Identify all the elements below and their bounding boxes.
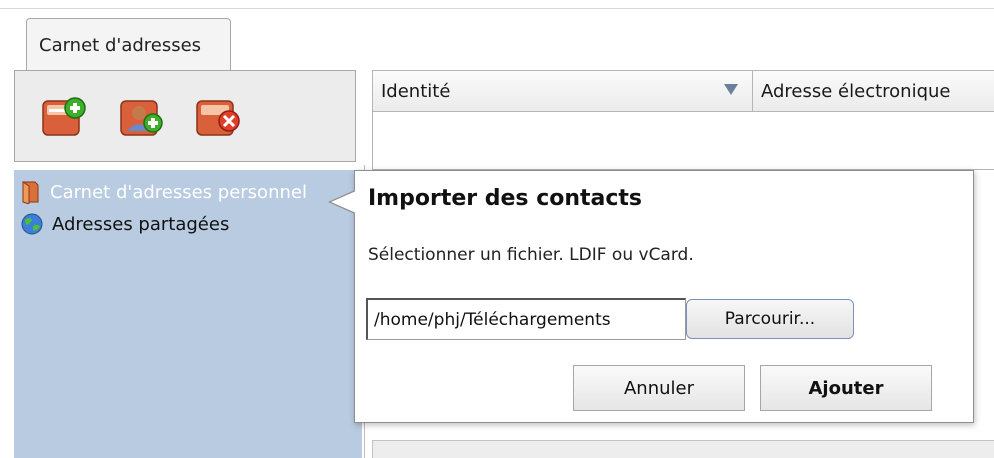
contacts-table-header: Identité Adresse électronique [372, 70, 994, 112]
toolbar [14, 70, 356, 162]
address-book-label: Carnet d'adresses personnel [50, 181, 307, 203]
dialog-title: Importer des contacts [368, 186, 643, 211]
top-border [0, 8, 994, 9]
address-book-add-icon [42, 97, 86, 136]
dialog-pointer-fill [331, 191, 356, 213]
add-contact-button[interactable] [115, 91, 167, 143]
book-icon [22, 181, 39, 204]
globe-icon [21, 213, 43, 235]
contact-details-panel [372, 440, 994, 458]
delete-address-book-button[interactable] [191, 91, 243, 143]
address-book-item-shared[interactable]: Adresses partagées [14, 208, 362, 240]
sort-descending-icon [724, 84, 738, 95]
add-address-book-button[interactable] [37, 91, 89, 143]
tab-label: Carnet d'adresses [39, 35, 202, 56]
address-book-item-personal[interactable]: Carnet d'adresses personnel [14, 176, 362, 208]
dialog-description: Sélectionner un fichier. LDIF ou vCard. [368, 245, 694, 265]
address-book-delete-icon [196, 100, 240, 136]
add-button[interactable]: Ajouter [760, 365, 932, 411]
column-header-identity[interactable]: Identité [373, 71, 753, 111]
contact-add-icon [120, 100, 163, 136]
browse-button[interactable]: Parcourir... [686, 299, 854, 339]
file-path-input[interactable] [366, 298, 686, 340]
tab-address-book[interactable]: Carnet d'adresses [26, 18, 231, 72]
cancel-button[interactable]: Annuler [573, 365, 745, 411]
address-book-list: Carnet d'adresses personnel Adresses par… [14, 170, 362, 458]
column-header-email[interactable]: Adresse électronique [753, 71, 994, 111]
address-book-label: Adresses partagées [52, 213, 230, 235]
